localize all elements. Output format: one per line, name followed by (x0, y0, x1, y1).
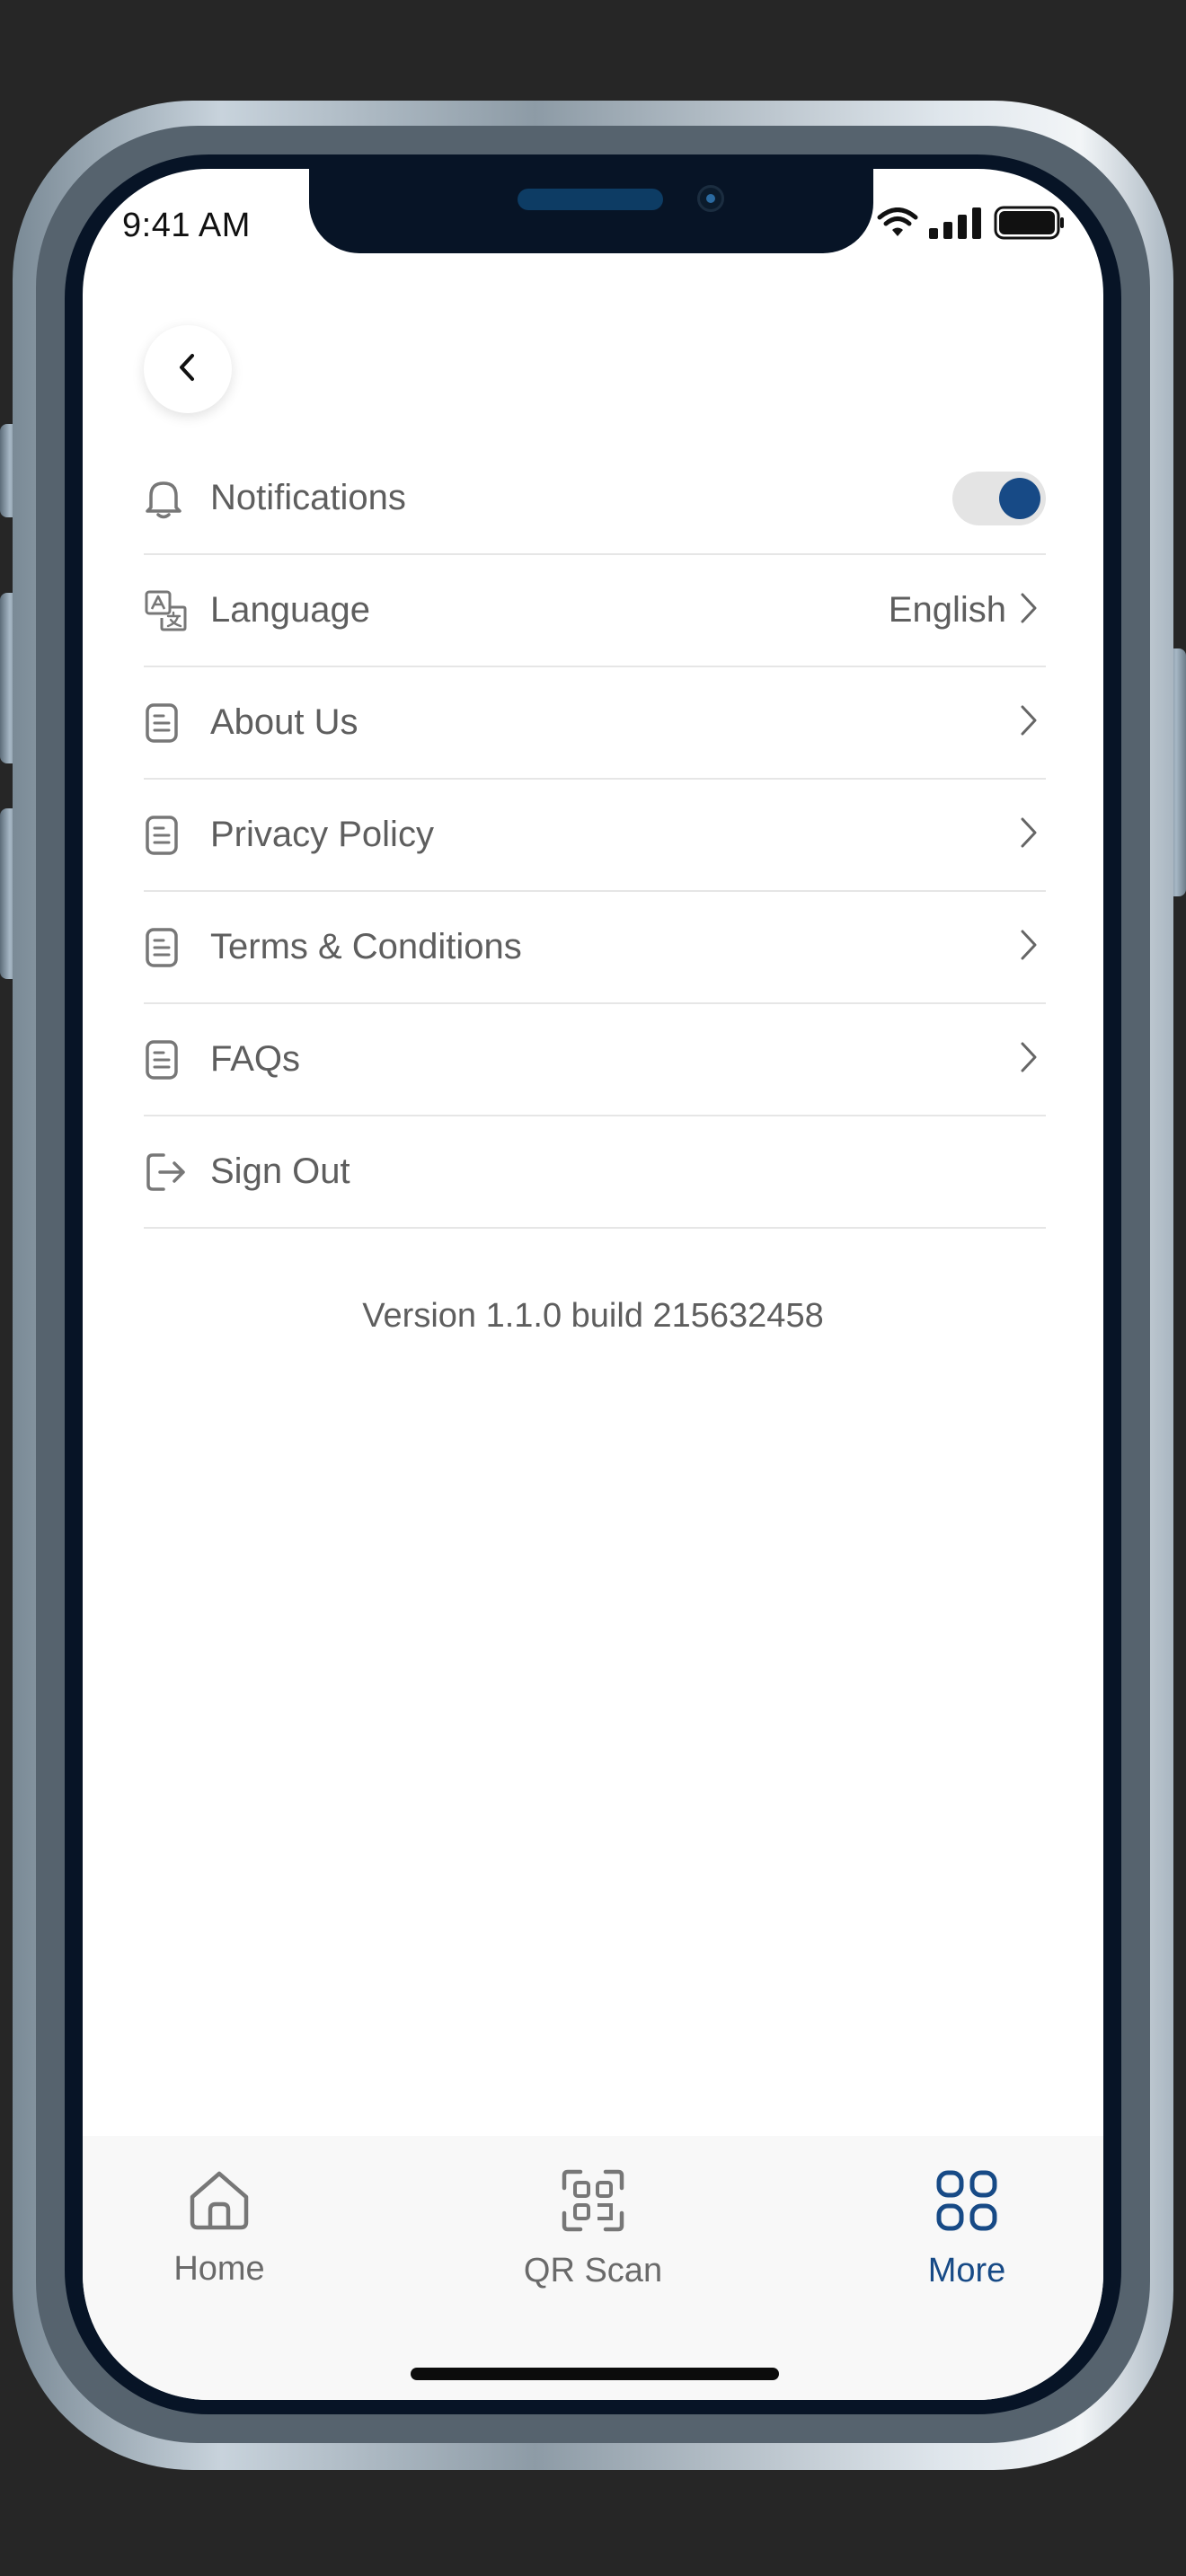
toggle-knob (999, 477, 1040, 519)
translate-icon (144, 589, 187, 632)
chevron-right-icon (1019, 1040, 1039, 1079)
language-value: English (888, 590, 1006, 630)
nav-qr-scan-label: QR Scan (523, 2252, 663, 2289)
nav-more-label: More (927, 2252, 1006, 2289)
sign-out-row[interactable]: Sign Out (144, 1116, 1046, 1229)
version-text: Version 1.1.0 build 215632458 (362, 1297, 824, 1335)
home-icon (187, 2168, 252, 2236)
chevron-right-icon (1019, 928, 1039, 966)
about-us-row[interactable]: About Us (144, 667, 1046, 780)
back-button[interactable] (144, 325, 232, 413)
battery-icon (994, 206, 1066, 244)
faqs-row[interactable]: FAQs (144, 1004, 1046, 1116)
terms-conditions-chevron-group (1019, 928, 1039, 966)
status-time: 9:41 AM (122, 207, 251, 244)
sign-out-icon (144, 1151, 187, 1194)
bell-icon (144, 477, 187, 520)
notifications-label: Notifications (210, 478, 406, 517)
privacy-policy-chevron-group (1019, 816, 1039, 854)
nav-home-label: Home (173, 2250, 265, 2288)
bottom-navigation: Home QR Scan More (83, 2136, 1103, 2400)
notifications-row: Notifications (144, 443, 1046, 555)
qr-scan-icon (561, 2168, 625, 2237)
settings-list: Notifications Language English About Us … (144, 443, 1046, 1229)
faqs-label: FAQs (210, 1039, 301, 1079)
terms-conditions-row[interactable]: Terms & Conditions (144, 892, 1046, 1004)
about-us-label: About Us (210, 702, 358, 742)
privacy-policy-row[interactable]: Privacy Policy (144, 780, 1046, 892)
document-icon (144, 926, 187, 969)
sign-out-label: Sign Out (210, 1151, 350, 1191)
grid-icon (934, 2168, 999, 2237)
nav-home[interactable]: Home (111, 2168, 327, 2289)
about-us-chevron-group (1019, 703, 1039, 742)
language-value-group: English (889, 590, 1039, 631)
earpiece-speaker (518, 189, 663, 210)
document-icon (144, 1038, 187, 1081)
terms-conditions-label: Terms & Conditions (210, 927, 522, 966)
nav-qr-scan[interactable]: QR Scan (485, 2168, 701, 2290)
document-icon (144, 814, 187, 857)
cellular-signal-icon (929, 207, 983, 243)
language-label: Language (210, 590, 370, 630)
home-indicator (411, 2368, 779, 2380)
front-camera (697, 185, 724, 212)
chevron-right-icon (1019, 591, 1039, 630)
notch (309, 169, 873, 253)
document-icon (144, 701, 187, 745)
language-row[interactable]: Language English (144, 555, 1046, 667)
privacy-policy-label: Privacy Policy (210, 815, 434, 854)
wifi-icon (877, 207, 918, 243)
faqs-chevron-group (1019, 1040, 1039, 1079)
notifications-toggle[interactable] (952, 471, 1046, 525)
phone-screen: 9:41 AM Notifications Language English A… (83, 169, 1103, 2400)
status-icons (877, 206, 1066, 244)
chevron-left-icon (174, 352, 201, 387)
nav-more[interactable]: More (859, 2168, 1075, 2290)
chevron-right-icon (1019, 816, 1039, 854)
chevron-right-icon (1019, 703, 1039, 742)
